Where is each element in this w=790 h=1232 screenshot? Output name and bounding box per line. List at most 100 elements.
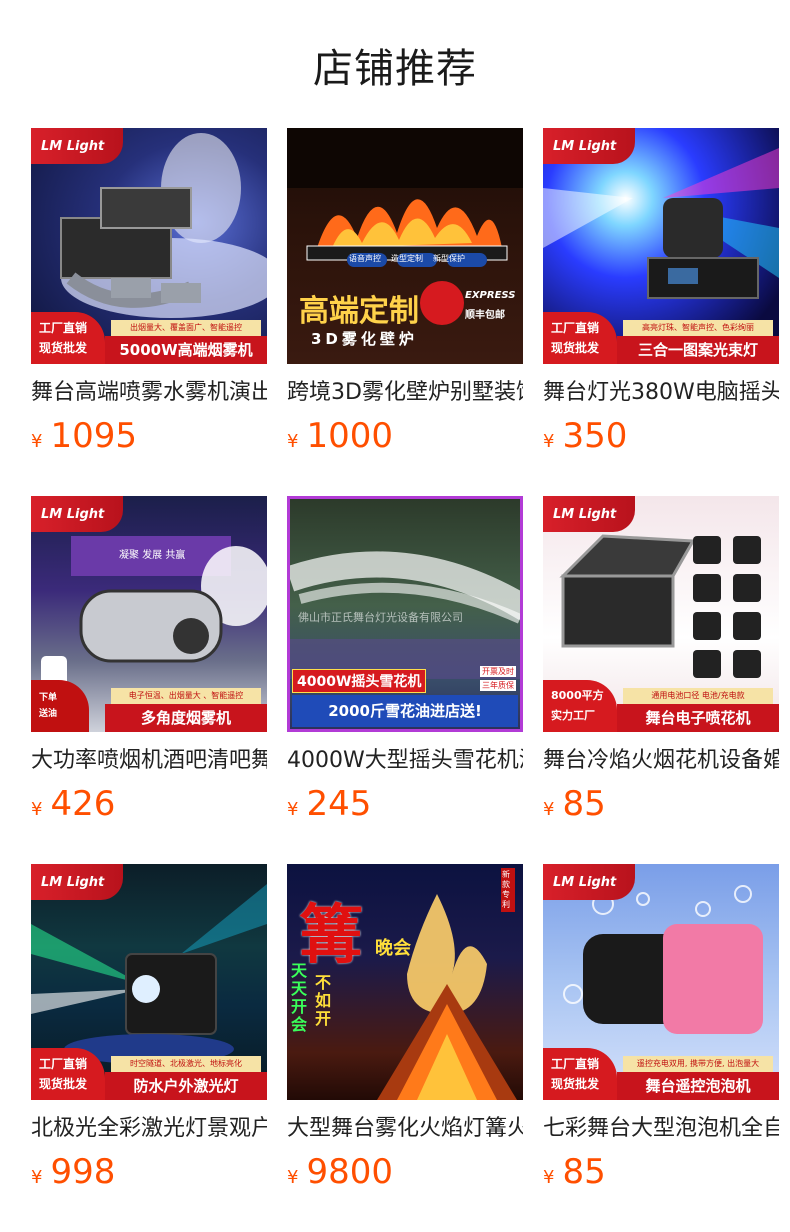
image-title: 防水户外激光灯 [105, 1072, 267, 1100]
promo-badge: 工厂直销 现货批发 [31, 1048, 105, 1100]
image-headline: 高端定制 [299, 294, 419, 329]
feature-tags: 语音声控 造型定制 新型保护 [349, 253, 509, 264]
check-label: 开票及时 [480, 666, 516, 677]
product-image[interactable]: 凝聚 发展 共赢 LM Light 下单 送油 电子恒温、出烟量大 、智能遥控 … [31, 496, 267, 732]
product-image[interactable]: 篝 晚会 天天 开会 不如 开 新款专利 [287, 864, 523, 1100]
product-card[interactable]: 篝 晚会 天天 开会 不如 开 新款专利 大型舞台雾化火焰灯篝火晚会 ¥ 980… [287, 864, 523, 1232]
badge-line: 现货批发 [39, 1077, 88, 1091]
price-value: 1000 [306, 416, 393, 456]
feature-tagline: 遥控充电双用, 携带方便, 出泡量大 [623, 1056, 773, 1072]
product-name[interactable]: 舞台冷焰火烟花机设备婚庆 [543, 746, 779, 776]
express-note: 顺丰包邮 [465, 310, 505, 321]
badge-line: 工厂直销 [551, 1057, 600, 1071]
slogan-line: 开会 [291, 997, 308, 1034]
currency-symbol: ¥ [31, 1167, 43, 1188]
product-card[interactable]: 佛山市正氏舞台灯光设备有限公司 4000W摇头雪花机 开票及时 三年质保 200… [287, 496, 523, 864]
promo-banner: 2000斤雪花油进店送! [292, 695, 518, 727]
image-title: 舞台遥控泡泡机 [617, 1072, 779, 1100]
price-value: 85 [562, 784, 606, 824]
badge-line: 工厂直销 [39, 1057, 88, 1071]
promo-badge: 8000平方 实力工厂 [543, 680, 617, 732]
product-price: ¥ 9800 [287, 1152, 523, 1192]
badge-line: 8000平方 [551, 689, 604, 702]
product-name[interactable]: 大功率喷烟机酒吧清吧舞台 [31, 746, 267, 776]
product-name[interactable]: 大型舞台雾化火焰灯篝火晚会 [287, 1114, 523, 1144]
brand-logo: LM Light [31, 864, 123, 900]
badge-line: 实力工厂 [551, 709, 595, 722]
currency-symbol: ¥ [543, 1167, 555, 1188]
product-image[interactable]: LM Light 工厂直销 现货批发 遥控充电双用, 携带方便, 出泡量大 舞台… [543, 864, 779, 1100]
patent-stamp: 新款专利 [501, 868, 515, 912]
slogan-line: 开 [315, 1009, 332, 1028]
brand-logo: LM Light [31, 496, 123, 532]
price-value: 245 [306, 784, 372, 824]
badge-line: 现货批发 [551, 1077, 600, 1091]
stage-banner-text: 凝聚 发展 共赢 [119, 550, 186, 561]
price-value: 350 [562, 416, 628, 456]
price-value: 9800 [306, 1152, 393, 1192]
badge-line: 现货批发 [551, 341, 600, 355]
product-image[interactable]: LM Light 工厂直销 现货批发 高亮灯珠、智能声控、色彩绚丽 三合一图案光… [543, 128, 779, 364]
currency-symbol: ¥ [287, 799, 299, 820]
side-slogan: 天天 开会 [291, 962, 311, 1034]
product-image[interactable]: LM Light 工厂直销 现货批发 时空隧道、北极激光、地标亮化 防水户外激光… [31, 864, 267, 1100]
currency-symbol: ¥ [31, 431, 43, 452]
feature-tag: 新型保护 [433, 254, 465, 263]
watermark-text: 佛山市正氏舞台灯光设备有限公司 [298, 611, 463, 624]
currency-symbol: ¥ [543, 799, 555, 820]
image-title: 三合一图案光束灯 [617, 336, 779, 364]
page-header: 店铺推荐 [0, 0, 790, 110]
product-card[interactable]: LM Light 工厂直销 现货批发 时空隧道、北极激光、地标亮化 防水户外激光… [31, 864, 267, 1232]
currency-symbol: ¥ [31, 799, 43, 820]
feature-tagline: 电子恒温、出烟量大 、智能遥控 [111, 688, 261, 704]
product-name[interactable]: 七彩舞台大型泡泡机全自动 [543, 1114, 779, 1144]
feature-tag: 造型定制 [391, 254, 423, 263]
product-name[interactable]: 跨境3D雾化壁炉别墅装饰 [287, 378, 523, 408]
slogan-line: 不如 [315, 973, 332, 1010]
product-price: ¥ 1095 [31, 416, 267, 456]
promo-badge: 工厂直销 现货批发 [543, 1048, 617, 1100]
image-title: 4000W摇头雪花机 [292, 669, 427, 693]
brand-logo: LM Light [543, 496, 635, 532]
product-price: ¥ 998 [31, 1152, 267, 1192]
product-price: ¥ 85 [543, 1152, 779, 1192]
product-card[interactable]: LM Light 工厂直销 现货批发 出烟量大、覆盖面广、智能遥控 5000W高… [31, 128, 267, 496]
product-image[interactable]: 佛山市正氏舞台灯光设备有限公司 4000W摇头雪花机 开票及时 三年质保 200… [287, 496, 523, 732]
product-name[interactable]: 舞台高端喷雾水雾机演出 [31, 378, 267, 408]
currency-symbol: ¥ [287, 1167, 299, 1188]
product-card[interactable]: LM Light 工厂直销 现货批发 高亮灯珠、智能声控、色彩绚丽 三合一图案光… [543, 128, 779, 496]
headline-text: 晚会 [375, 938, 411, 959]
feature-tagline: 时空隧道、北极激光、地标亮化 [111, 1056, 261, 1072]
slogan-line: 天天 [291, 961, 308, 998]
product-name[interactable]: 舞台灯光380W电脑摇头光束灯 [543, 378, 779, 408]
feature-tagline: 高亮灯珠、智能声控、色彩绚丽 [623, 320, 773, 336]
product-image[interactable]: LM Light 8000平方 实力工厂 通用电池口径 电池/充电款 舞台电子喷… [543, 496, 779, 732]
product-image[interactable]: LM Light 工厂直销 现货批发 出烟量大、覆盖面广、智能遥控 5000W高… [31, 128, 267, 364]
product-card[interactable]: 凝聚 发展 共赢 LM Light 下单 送油 电子恒温、出烟量大 、智能遥控 … [31, 496, 267, 864]
image-subtitle: 3D雾化壁炉 [311, 330, 418, 348]
product-price: ¥ 350 [543, 416, 779, 456]
product-card[interactable]: LM Light 工厂直销 现货批发 遥控充电双用, 携带方便, 出泡量大 舞台… [543, 864, 779, 1232]
brand-logo: LM Light [543, 864, 635, 900]
badge-line: 现货批发 [39, 341, 88, 355]
promo-badge: 工厂直销 现货批发 [31, 312, 105, 364]
promo-badge: 工厂直销 现货批发 [543, 312, 617, 364]
product-name[interactable]: 4000W大型摇头雪花机演出 [287, 746, 523, 776]
check-label: 三年质保 [480, 680, 516, 691]
feature-tag: 语音声控 [349, 254, 381, 263]
product-card[interactable]: 语音声控 造型定制 新型保护 高端定制 3D雾化壁炉 EXPRESS 顺丰包邮 … [287, 128, 523, 496]
currency-symbol: ¥ [287, 431, 299, 452]
product-image[interactable]: 语音声控 造型定制 新型保护 高端定制 3D雾化壁炉 EXPRESS 顺丰包邮 [287, 128, 523, 364]
price-value: 998 [50, 1152, 116, 1192]
badge-line: 工厂直销 [551, 321, 600, 335]
product-price: ¥ 245 [287, 784, 523, 824]
badge-line: 送油 [39, 709, 58, 719]
price-value: 1095 [50, 416, 137, 456]
feature-tagline: 出烟量大、覆盖面广、智能遥控 [111, 320, 261, 336]
product-name[interactable]: 北极光全彩激光灯景观户外 [31, 1114, 267, 1144]
product-card[interactable]: LM Light 8000平方 实力工厂 通用电池口径 电池/充电款 舞台电子喷… [543, 496, 779, 864]
price-value: 426 [50, 784, 116, 824]
badge-line: 工厂直销 [39, 321, 88, 335]
product-price: ¥ 85 [543, 784, 779, 824]
image-title: 舞台电子喷花机 [617, 704, 779, 732]
